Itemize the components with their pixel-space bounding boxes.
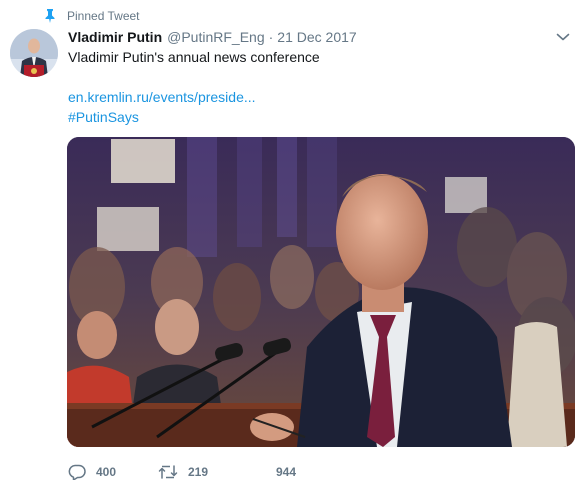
tweet-date[interactable]: 21 Dec 2017: [277, 29, 356, 45]
user-handle[interactable]: @PutinRF_Eng: [167, 29, 264, 45]
separator-dot: ·: [268, 29, 274, 45]
tweet-hashtag[interactable]: #PutinSays: [68, 107, 139, 127]
photo-image: [67, 137, 575, 447]
retweet-count: 219: [188, 465, 209, 479]
display-name[interactable]: Vladimir Putin: [68, 29, 162, 45]
avatar[interactable]: [10, 29, 58, 77]
reply-button[interactable]: 400: [68, 464, 158, 480]
avatar-image: [10, 29, 58, 77]
reply-icon: [68, 464, 86, 480]
pinned-tweet-indicator: Pinned Tweet: [44, 8, 140, 24]
like-count: 944: [276, 465, 297, 479]
tweet-actions: 400 219 944: [68, 462, 308, 482]
heart-icon: [249, 464, 265, 480]
tweet-header: Vladimir Putin @PutinRF_Eng · 21 Dec 201…: [68, 27, 544, 47]
tweet-text: Vladimir Putin's annual news conference: [68, 49, 320, 65]
like-button[interactable]: 944: [248, 464, 308, 480]
pinned-tweet-label: Pinned Tweet: [67, 9, 140, 23]
pin-icon: [45, 9, 55, 23]
tweet-photo[interactable]: [67, 137, 575, 447]
reply-count: 400: [96, 465, 117, 479]
retweet-button[interactable]: 219: [158, 464, 248, 480]
chevron-down-icon[interactable]: [556, 32, 570, 42]
retweet-icon: [158, 465, 178, 479]
tweet-link[interactable]: en.kremlin.ru/events/preside...: [68, 87, 256, 107]
